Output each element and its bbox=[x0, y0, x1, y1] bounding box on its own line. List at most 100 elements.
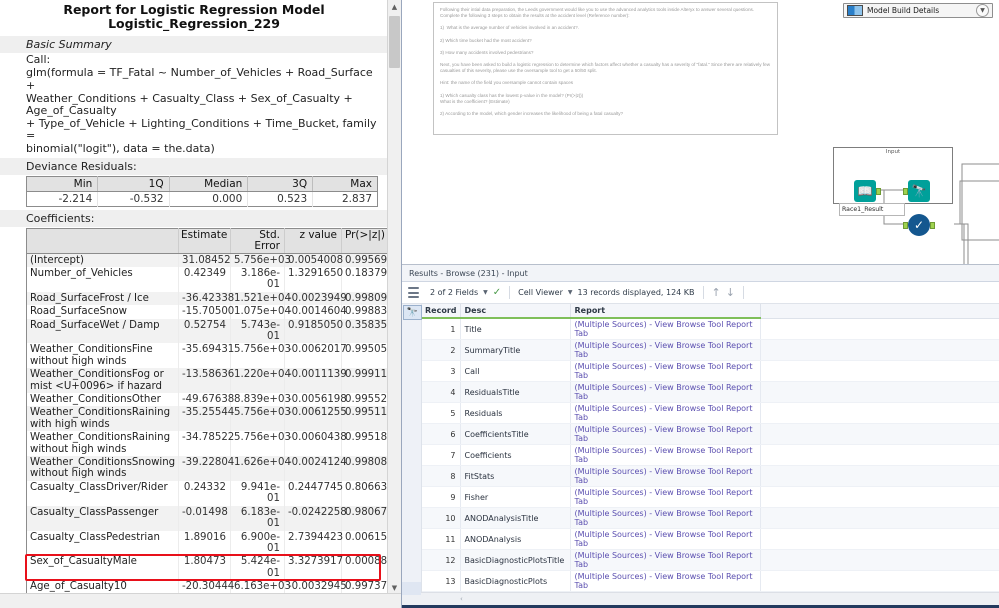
cell-filler bbox=[760, 444, 999, 466]
coef-zvalue: 0.2447745 bbox=[284, 480, 343, 506]
cell-record: 11 bbox=[421, 528, 461, 550]
cell-desc: BasicDiagnosticPlotsTitle bbox=[460, 549, 571, 571]
results-header-record[interactable]: Record bbox=[421, 304, 461, 319]
browse-tool-gutter-icon[interactable]: 🔭 bbox=[403, 305, 422, 320]
table-row[interactable]: 9 Fisher (Multiple Sources) - View Browse … bbox=[402, 486, 999, 508]
input-data-tool[interactable]: 📖 bbox=[854, 180, 881, 202]
coef-zvalue: -0.0011139 bbox=[284, 368, 347, 394]
tool-container-input[interactable]: Input bbox=[833, 147, 953, 204]
table-row[interactable]: 4 ResidualsTitle (Multiple Sources) - View… bbox=[402, 381, 999, 403]
results-body: 1 Title (Multiple Sources) - View Browse T… bbox=[402, 318, 999, 592]
check-circle-icon: ✓ bbox=[908, 214, 930, 236]
cell-record: 2 bbox=[421, 339, 461, 361]
cell-record: 8 bbox=[421, 465, 461, 487]
scroll-up-arrow-icon[interactable]: ▲ bbox=[388, 0, 401, 13]
arrow-up-icon[interactable]: ↑ bbox=[712, 286, 721, 299]
coef-name: Weather_ConditionsFog or mist <U+0096> i… bbox=[26, 368, 179, 394]
coef-name: Weather_ConditionsRaining without high w… bbox=[26, 431, 179, 457]
results-panel: Results - Browse (231) - Input 2 of 2 Fi… bbox=[402, 265, 999, 608]
table-row[interactable]: 1 Title (Multiple Sources) - View Browse T… bbox=[402, 318, 999, 340]
arrow-down-icon[interactable]: ↓ bbox=[726, 286, 735, 299]
coefficient-row: Weather_ConditionsFine without high wind… bbox=[26, 343, 388, 369]
results-table: Record Desc Report 1 Title (Multiple Sources… bbox=[402, 304, 999, 592]
coef-pvalue: 0.99883 bbox=[341, 305, 388, 319]
cell-desc: Call bbox=[460, 360, 571, 382]
select-tool[interactable]: ✓ bbox=[903, 214, 935, 236]
output-port[interactable] bbox=[876, 188, 881, 195]
cell-viewer-label[interactable]: Cell Viewer bbox=[518, 288, 563, 297]
scroll-left-arrow-icon[interactable]: ‹ bbox=[460, 595, 463, 603]
coef-pvalue: 0.99911 bbox=[341, 368, 388, 394]
table-row[interactable]: 10 ANODAnalysisTitle (Multiple Sources) - … bbox=[402, 507, 999, 529]
output-port[interactable] bbox=[930, 222, 935, 229]
input-port[interactable] bbox=[903, 222, 908, 229]
coef-header-3: z value bbox=[284, 228, 342, 254]
coef-stderr: 1.626e+04 bbox=[230, 456, 291, 481]
results-table-wrap: 🔭 Record Desc Report 1 Title (Multiple Sourc… bbox=[402, 304, 999, 592]
input-port[interactable] bbox=[903, 188, 908, 195]
coef-zvalue: 3.3273917 bbox=[284, 555, 343, 581]
report-pane: Report for Logistic Regression Model Log… bbox=[0, 0, 402, 608]
coef-zvalue: -0.0242258 bbox=[284, 505, 347, 531]
drag-grip-icon[interactable] bbox=[408, 286, 419, 299]
cell-report: (Multiple Sources) - View Browse Tool Re… bbox=[570, 528, 761, 550]
coefficient-row: Road_SurfaceWet / Damp 0.52754 5.743e-01 0.… bbox=[26, 318, 388, 344]
table-row[interactable]: 11 ANODAnalysis (Multiple Sources) - View … bbox=[402, 528, 999, 550]
coef-header-1: Estimate bbox=[178, 228, 231, 254]
browse-tool-1[interactable]: 🔭 bbox=[903, 180, 930, 202]
cell-record: 10 bbox=[421, 507, 461, 529]
report-horizontal-scrollbar[interactable] bbox=[0, 593, 401, 608]
comment-paragraph-7: 2) According to the model, which gender … bbox=[440, 111, 624, 117]
coef-zvalue: -0.0062017 bbox=[284, 343, 347, 369]
coef-pvalue: 0.99809 bbox=[341, 291, 388, 306]
cell-record: 3 bbox=[421, 360, 461, 382]
coef-stderr: 5.743e-01 bbox=[230, 318, 285, 344]
fields-selector-label[interactable]: 2 of 2 Fields bbox=[430, 288, 478, 297]
coef-estimate: -15.70500 bbox=[178, 305, 234, 319]
basic-summary-heading: Basic Summary bbox=[0, 35, 388, 53]
toolbar-divider-3 bbox=[742, 286, 744, 299]
model-build-details-dropdown[interactable]: Model Build Details ▼ bbox=[843, 3, 993, 18]
gutter-bottom-block bbox=[402, 582, 421, 595]
results-header-report[interactable]: Report bbox=[570, 304, 761, 319]
scrollbar-thumb[interactable] bbox=[389, 16, 400, 68]
table-row[interactable]: 7 Coefficients (Multiple Sources) - View B… bbox=[402, 444, 999, 466]
chevron-down-icon[interactable]: ▼ bbox=[976, 4, 989, 17]
coef-name: Casualty_ClassPedestrian bbox=[26, 530, 179, 556]
cell-record: 13 bbox=[421, 570, 461, 592]
table-row[interactable]: 3 Call (Multiple Sources) - View Browse To… bbox=[402, 360, 999, 382]
table-row[interactable]: 5 Residuals (Multiple Sources) - View Brow… bbox=[402, 402, 999, 424]
coef-estimate: -49.67638 bbox=[178, 393, 234, 407]
coef-name: Number_of_Vehicles bbox=[26, 266, 179, 292]
deviance-value-2: 0.000 bbox=[169, 191, 249, 207]
coefficients-table: Estimate Std. Error z value Pr(>|z|) (Inter… bbox=[26, 227, 388, 594]
coefficient-row: Casualty_ClassPedestrian 1.89016 6.900e-01… bbox=[26, 530, 388, 556]
coefficient-row: Weather_ConditionsSnowing without high w… bbox=[26, 456, 388, 481]
table-row[interactable]: 6 CoefficientsTitle (Multiple Sources) - V… bbox=[402, 423, 999, 445]
table-row[interactable]: 12 BasicDiagnosticPlotsTitle (Multiple Sou… bbox=[402, 549, 999, 571]
results-horizontal-scrollbar[interactable]: ‹ bbox=[402, 592, 999, 605]
coef-header-4: Pr(>|z|) bbox=[341, 228, 388, 254]
results-header-desc[interactable]: Desc bbox=[460, 304, 571, 319]
cell-filler bbox=[760, 318, 999, 340]
check-icon[interactable]: ✓ bbox=[493, 287, 501, 298]
results-header-filler bbox=[760, 304, 999, 319]
coef-zvalue: 2.7394423 bbox=[284, 530, 343, 556]
coef-estimate: -13.58636 bbox=[178, 368, 234, 394]
table-row[interactable]: 2 SummaryTitle (Multiple Sources) - View B… bbox=[402, 339, 999, 361]
table-row[interactable]: 8 FitStats (Multiple Sources) - View Brows… bbox=[402, 465, 999, 487]
coef-stderr: 6.900e-01 bbox=[230, 530, 285, 556]
chevron-down-icon-2[interactable]: ▼ bbox=[568, 289, 573, 296]
coef-stderr: 9.941e-01 bbox=[230, 480, 285, 506]
workflow-canvas[interactable]: Model Build Details ▼ Following their in… bbox=[402, 0, 999, 265]
coefficient-row: Weather_ConditionsRaining without high w… bbox=[26, 431, 388, 457]
deviance-header-2: Median bbox=[169, 176, 249, 192]
coef-name: Weather_ConditionsFine without high wind… bbox=[26, 343, 179, 369]
cell-desc: ANODAnalysis bbox=[460, 528, 571, 550]
cell-filler bbox=[760, 360, 999, 382]
report-vertical-scrollbar[interactable]: ▲ ▼ bbox=[387, 0, 401, 594]
table-row[interactable]: 13 BasicDiagnosticPlots (Multiple Sources)… bbox=[402, 570, 999, 592]
chevron-down-icon[interactable]: ▼ bbox=[483, 289, 488, 296]
coef-name: Road_SurfaceFrost / Ice bbox=[26, 291, 179, 306]
canvas-comment-box[interactable]: Following their intial data preparation,… bbox=[433, 2, 778, 135]
